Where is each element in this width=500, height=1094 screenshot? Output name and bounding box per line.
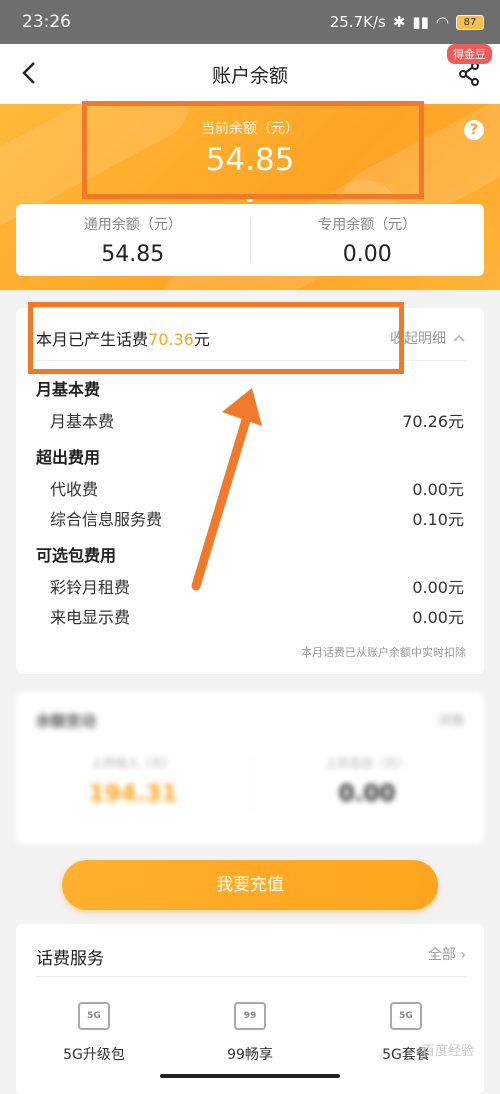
income-label: 上月收入（元） — [90, 756, 175, 770]
section-title: 可选包费用 — [36, 546, 117, 565]
bill-row-name: 代收费 — [50, 480, 99, 499]
status-bar: 23:26 25.7K/s ✱ ▮▮ ◠ 87 — [0, 0, 500, 44]
income-column: 上月收入（元） 194.31 — [16, 754, 250, 807]
balance-breakdown-card: 通用余额（元） 54.85 专用余额（元） 0.00 — [16, 204, 484, 276]
bill-row-name: 彩铃月租费 — [50, 578, 131, 597]
general-balance-label: 通用余额（元） — [83, 216, 182, 233]
expense-value: 0.00 — [338, 781, 396, 807]
service-item-99-enjoy[interactable]: 99 99畅享 — [172, 1002, 328, 1064]
service-all-label: 全部 — [427, 947, 456, 963]
bill-row: 来电显示费 0.00元 — [50, 604, 464, 628]
general-balance: 通用余额（元） 54.85 — [16, 214, 250, 267]
bill-row: 月基本费 70.26元 — [50, 408, 464, 432]
gift-5g-icon: 5G — [78, 1002, 110, 1030]
network-speed: 25.7K/s — [329, 13, 386, 31]
home-indicator[interactable] — [160, 1074, 340, 1078]
bill-row-value: 70.26元 — [402, 412, 464, 431]
gold-bean-badge[interactable]: 得金豆 — [447, 44, 492, 64]
bill-row-name: 综合信息服务费 — [50, 510, 163, 529]
special-balance-label: 专用余额（元） — [318, 216, 417, 233]
bill-note: 本月话费已从账户余额中实时扣除 — [301, 646, 466, 659]
share-icon — [459, 62, 479, 86]
income-value: 194.31 — [88, 781, 178, 807]
divider — [36, 976, 466, 977]
chevron-up-icon — [453, 334, 465, 342]
back-button[interactable] — [20, 59, 48, 89]
watermark: 百度经验 — [421, 1044, 474, 1059]
signal-icon: ▮▮ — [412, 13, 429, 31]
bill-row-value: 0.00元 — [412, 578, 464, 597]
service-title: 话费服务 — [36, 949, 104, 969]
section-title: 月基本费 — [36, 380, 101, 399]
bill-row-value: 0.10元 — [412, 510, 464, 529]
annotation-highlight-box — [28, 302, 404, 374]
change-more-link[interactable]: 详情 — [438, 710, 464, 729]
special-balance: 专用余额（元） 0.00 — [251, 214, 485, 267]
gift-5g-icon: 5G — [390, 1002, 422, 1030]
balance-change-card[interactable]: 余额变动 详情 上月收入（元） 194.31 上月支出（元） 0.00 — [16, 692, 484, 844]
nav-bar: 账户余额 — [0, 44, 500, 104]
service-item-label: 5G升级包 — [63, 1047, 125, 1063]
service-item-label: 99畅享 — [227, 1047, 273, 1063]
chevron-left-icon — [22, 62, 35, 84]
bill-row: 彩铃月租费 0.00元 — [50, 574, 464, 598]
expense-label: 上月支出（元） — [324, 756, 409, 770]
service-item-5g-upgrade[interactable]: 5G 5G升级包 — [16, 1002, 172, 1064]
section-title: 超出费用 — [36, 448, 101, 467]
recharge-button[interactable]: 我要充值 — [62, 860, 438, 910]
wifi-icon: ◠ — [435, 13, 449, 31]
battery-icon: 87 — [456, 14, 484, 30]
page-title: 账户余额 — [211, 64, 288, 87]
general-balance-value: 54.85 — [101, 241, 165, 267]
bill-row-name: 来电显示费 — [50, 608, 131, 627]
bill-row: 代收费 0.00元 — [50, 476, 464, 500]
bill-row: 综合信息服务费 0.10元 — [50, 506, 464, 530]
share-button[interactable] — [458, 62, 480, 86]
change-title: 余额变动 — [36, 712, 97, 730]
expense-column: 上月支出（元） 0.00 — [250, 754, 484, 807]
annotation-highlight-box — [82, 101, 424, 199]
bill-row-name: 月基本费 — [50, 412, 115, 431]
status-time: 23:26 — [22, 12, 71, 32]
bill-row-value: 0.00元 — [412, 480, 464, 499]
package-99-icon: 99 — [234, 1002, 266, 1030]
bluetooth-icon: ✱ — [392, 13, 406, 31]
bill-row-value: 0.00元 — [412, 608, 464, 627]
service-card: 话费服务 全部 › 5G 5G升级包 99 99畅享 5G 5G套餐 — [16, 924, 484, 1094]
special-balance-value: 0.00 — [342, 241, 392, 267]
status-icons: 25.7K/s ✱ ▮▮ ◠ 87 — [330, 13, 484, 31]
service-all-link[interactable]: 全部 › — [428, 944, 466, 964]
